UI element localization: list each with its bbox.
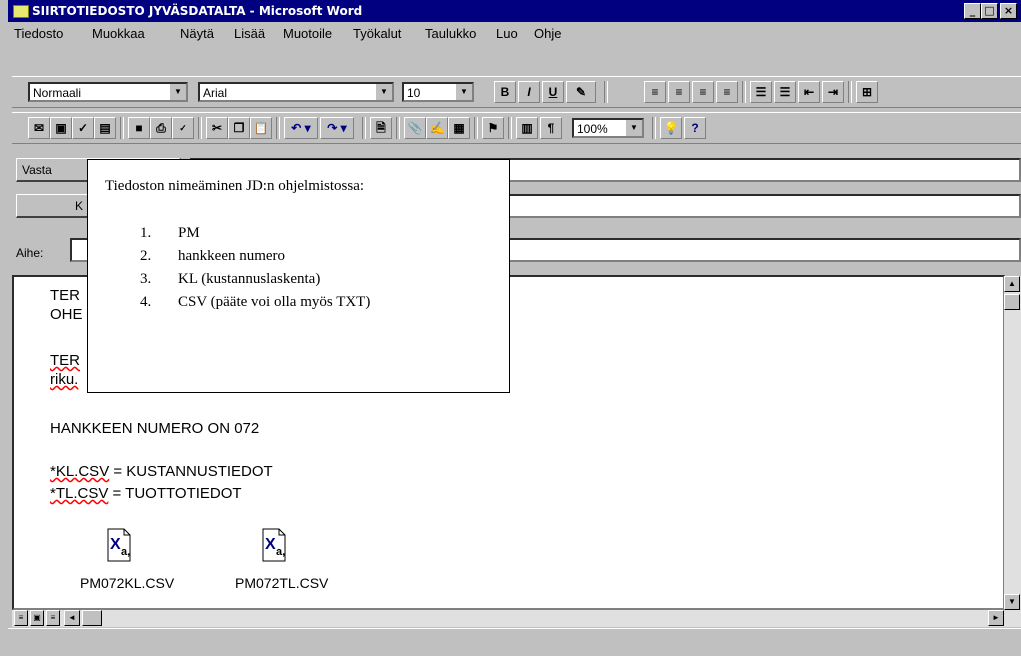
doc-line: OHE	[50, 306, 83, 323]
copy-icon[interactable]: ❐	[228, 117, 250, 139]
status-bar	[8, 628, 1021, 656]
doc-line: TER	[50, 352, 80, 369]
menu-bar: Tiedosto Muokkaa Näytä Lisää Muotoile Ty…	[8, 22, 1021, 44]
subject-label: Aihe:	[16, 246, 44, 260]
hscroll-thumb[interactable]	[82, 610, 102, 626]
insert-file-icon[interactable]: 🗎	[370, 117, 392, 139]
borders-icon[interactable]: ⊞	[856, 81, 878, 103]
envelope-icon	[13, 5, 29, 18]
properties-icon[interactable]: ▤	[94, 117, 116, 139]
bullets-icon[interactable]: ☰	[774, 81, 796, 103]
align-center-icon[interactable]: ≡	[668, 81, 690, 103]
svg-text:X: X	[265, 536, 276, 553]
list-item: 2. hankkeen numero	[140, 248, 286, 264]
chevron-down-icon: ▼	[455, 84, 472, 100]
project-number-line: HANKKEEN NUMERO ON 072	[50, 420, 260, 437]
lightbulb-icon[interactable]: 💡	[660, 117, 682, 139]
menu-create[interactable]: Luo	[496, 26, 518, 41]
close-button[interactable]: ×	[1000, 3, 1017, 19]
chevron-down-icon: ▼	[169, 84, 186, 100]
tl-definition-line: *TL.CSV = TUOTTOTIEDOT	[50, 485, 242, 502]
attachment-name: PM072TL.CSV	[235, 575, 329, 591]
restore-button[interactable]: □	[981, 3, 998, 19]
size-select[interactable]: 10 ▼	[402, 82, 474, 102]
numbering-icon[interactable]: ☰	[750, 81, 772, 103]
address-book-icon[interactable]: ▣	[50, 117, 72, 139]
svg-text:a,: a,	[276, 546, 285, 558]
menu-view[interactable]: Näytä	[180, 26, 214, 41]
font-select[interactable]: Arial ▼	[198, 82, 394, 102]
excel-csv-icon: X a,	[107, 528, 131, 562]
signature-icon[interactable]: ✍	[426, 117, 448, 139]
vertical-scrollbar[interactable]: ▲ ▼	[1004, 276, 1021, 610]
menu-insert[interactable]: Lisää	[234, 26, 265, 41]
naming-info-callout: Tiedoston nimeäminen JD:n ohjelmistossa:…	[87, 159, 510, 393]
highlight-icon[interactable]: ✎	[566, 81, 596, 103]
scroll-down-icon[interactable]: ▼	[1004, 594, 1020, 610]
align-right-icon[interactable]: ≡	[692, 81, 714, 103]
save-icon[interactable]: ■	[128, 117, 150, 139]
excel-csv-icon: X a,	[262, 528, 286, 562]
list-item: 1. PM	[140, 225, 200, 241]
minimize-button[interactable]: _	[964, 3, 981, 19]
calendar-icon[interactable]: ▦	[448, 117, 470, 139]
callout-title: Tiedoston nimeäminen JD:n ohjelmistossa:	[105, 178, 365, 194]
check-names-icon[interactable]: ✓	[72, 117, 94, 139]
chevron-down-icon: ▼	[625, 120, 642, 136]
outline-view-icon[interactable]: ≡	[46, 610, 60, 626]
list-item: 4. CSV (pääte voi olla myös TXT)	[140, 294, 371, 310]
menu-format[interactable]: Muotoile	[283, 26, 332, 41]
scroll-up-icon[interactable]: ▲	[1004, 276, 1020, 292]
decrease-indent-icon[interactable]: ⇤	[798, 81, 820, 103]
flag-icon[interactable]: ⚑	[482, 117, 504, 139]
style-select[interactable]: Normaali ▼	[28, 82, 188, 102]
mail-icon[interactable]: ✉	[28, 117, 50, 139]
menu-edit[interactable]: Muokkaa	[92, 26, 145, 41]
horizontal-scrollbar[interactable]: ≡ ▣ ≡ ◄ ►	[12, 610, 1021, 627]
menu-help[interactable]: Ohje	[534, 26, 561, 41]
doc-line: riku.	[50, 371, 79, 388]
paperclip-icon[interactable]: 📎	[404, 117, 426, 139]
doc-line: TER	[50, 287, 80, 304]
formatting-toolbar: Normaali ▼ Arial ▼ 10 ▼ B I U ✎ ≡ ≡ ≡ ≡ …	[12, 76, 1021, 108]
menu-tools[interactable]: Työkalut	[353, 26, 401, 41]
paste-icon[interactable]: 📋	[250, 117, 272, 139]
zoom-select[interactable]: 100% ▼	[572, 118, 644, 138]
window-title: SIIRTOTIEDOSTO JYVÄSDATALTA - Microsoft …	[32, 4, 363, 18]
menu-table[interactable]: Taulukko	[425, 26, 476, 41]
help-button[interactable]: ?	[684, 117, 706, 139]
normal-view-icon[interactable]: ≡	[14, 610, 28, 626]
document-map-icon[interactable]: ▥	[516, 117, 538, 139]
svg-text:X: X	[110, 536, 121, 553]
justify-icon[interactable]: ≡	[716, 81, 738, 103]
chevron-down-icon: ▼	[375, 84, 392, 100]
menu-file[interactable]: Tiedosto	[14, 26, 63, 41]
increase-indent-icon[interactable]: ⇥	[822, 81, 844, 103]
cut-icon[interactable]: ✂	[206, 117, 228, 139]
scroll-thumb[interactable]	[1004, 294, 1020, 310]
print-icon[interactable]: ⎙	[150, 117, 172, 139]
scroll-left-icon[interactable]: ◄	[64, 610, 80, 626]
title-bar[interactable]: SIIRTOTIEDOSTO JYVÄSDATALTA - Microsoft …	[8, 0, 1021, 22]
standard-toolbar: ✉ ▣ ✓ ▤ ■ ⎙ ✓ ✂ ❐ 📋 ↶ ▾ ↷ ▾ 🗎 📎 ✍ ▦ ⚑ ▥ …	[12, 112, 1021, 144]
italic-button[interactable]: I	[518, 81, 540, 103]
bold-button[interactable]: B	[494, 81, 516, 103]
underline-button[interactable]: U	[542, 81, 564, 103]
list-item: 3. KL (kustannuslaskenta)	[140, 271, 321, 287]
undo-icon[interactable]: ↶ ▾	[284, 117, 318, 139]
scroll-right-icon[interactable]: ►	[988, 610, 1004, 626]
spelling-icon[interactable]: ✓	[172, 117, 194, 139]
show-formatting-button[interactable]: ¶	[540, 117, 562, 139]
layout-view-icon[interactable]: ▣	[30, 610, 44, 626]
svg-text:a,: a,	[121, 546, 130, 558]
kl-definition-line: *KL.CSV = KUSTANNUSTIEDOT	[50, 463, 273, 480]
redo-icon[interactable]: ↷ ▾	[320, 117, 354, 139]
align-left-icon[interactable]: ≡	[644, 81, 666, 103]
attachment-name: PM072KL.CSV	[80, 575, 175, 591]
naming-rules-list: 1. PM 2. hankkeen numero 3. KL (kustannusla…	[128, 225, 370, 317]
